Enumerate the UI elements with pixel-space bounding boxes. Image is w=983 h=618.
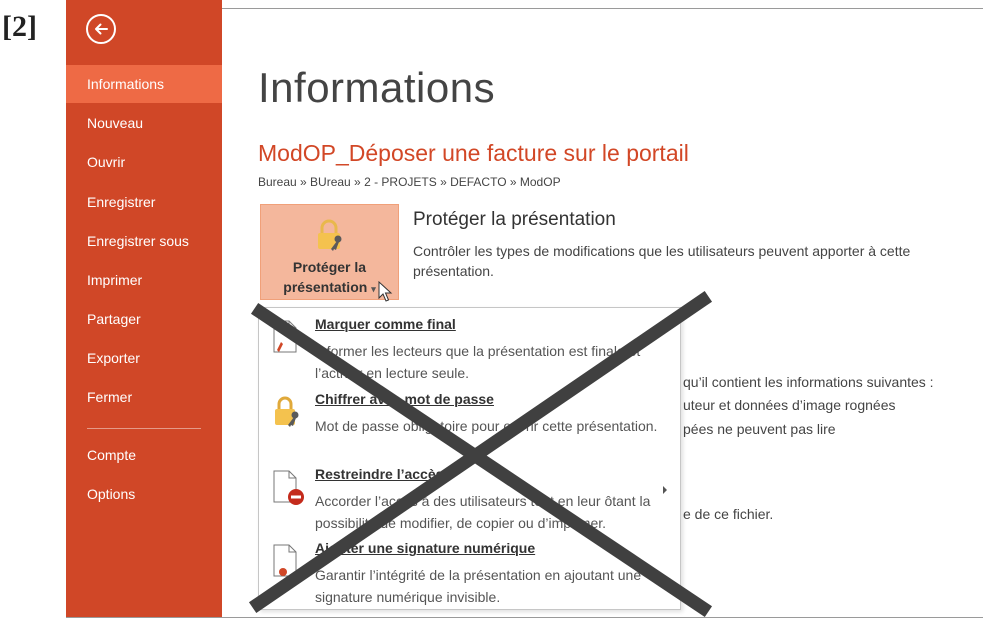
sidebar-item-exporter[interactable]: Exporter xyxy=(66,339,222,377)
step-label: [2] xyxy=(2,10,37,43)
document-mark-final-icon xyxy=(273,320,297,353)
sidebar-item-enregistrer[interactable]: Enregistrer xyxy=(66,183,222,221)
lock-key-icon xyxy=(318,219,342,251)
sidebar-item-enregistrer-sous[interactable]: Enregistrer sous xyxy=(66,222,222,260)
sidebar-item-nouveau[interactable]: Nouveau xyxy=(66,104,222,142)
menu-item-desc: Informer les lecteurs que la présentatio… xyxy=(315,343,641,381)
sidebar-item-fermer[interactable]: Fermer xyxy=(66,378,222,416)
breadcrumb[interactable]: Bureau » BUreau » 2 - PROJETS » DEFACTO … xyxy=(258,175,561,189)
sidebar-item-imprimer[interactable]: Imprimer xyxy=(66,261,222,299)
submenu-arrow-icon xyxy=(663,486,667,494)
back-arrow-icon xyxy=(95,23,108,35)
menu-item-title: Restreindre l’accès xyxy=(315,466,444,482)
document-restrict-icon xyxy=(273,470,304,505)
backstage-sidebar: Informations Nouveau Ouvrir Enregistrer … xyxy=(66,0,222,617)
protect-section-description: Contrôler les types de modifications que… xyxy=(413,243,911,279)
menu-item-title: Marquer comme final xyxy=(315,316,456,332)
back-button[interactable] xyxy=(86,14,116,44)
menu-item-encrypt-password[interactable]: Chiffrer avec mot de passe Mot de passe … xyxy=(259,391,680,459)
protect-button-line1: Protéger la xyxy=(292,259,367,275)
protect-dropdown-menu: Marquer comme final Informer les lecteur… xyxy=(258,307,681,610)
inspect-text-line1: qu’il contient les informations suivante… xyxy=(683,374,934,390)
page-title: Informations xyxy=(258,64,496,111)
menu-item-title: Ajouter une signature numérique xyxy=(315,540,536,556)
document-signature-icon xyxy=(273,544,297,577)
menu-item-desc: Accorder l’accès à des utilisateurs tout… xyxy=(315,493,651,531)
sidebar-divider xyxy=(87,428,201,429)
menu-item-title: Chiffrer avec mot de passe xyxy=(315,391,494,407)
protect-section-heading: Protéger la présentation xyxy=(413,209,616,230)
lock-key-icon xyxy=(275,396,299,427)
sidebar-item-compte[interactable]: Compte xyxy=(66,436,222,474)
menu-item-restrict-access[interactable]: Restreindre l’accès Accorder l’accès à d… xyxy=(259,466,680,534)
file-title: ModOP_Déposer une facture sur le portail xyxy=(258,140,689,166)
menu-item-desc: Mot de passe obligatoire pour ouvrir cet… xyxy=(315,418,658,434)
sidebar-item-informations[interactable]: Informations xyxy=(66,65,222,103)
menu-item-desc: Garantir l’intégrité de la présentation … xyxy=(315,567,642,605)
sidebar-item-partager[interactable]: Partager xyxy=(66,300,222,338)
sidebar-item-ouvrir[interactable]: Ouvrir xyxy=(66,143,222,181)
sidebar-item-options[interactable]: Options xyxy=(66,475,222,513)
mouse-cursor-icon xyxy=(378,281,393,302)
inspect-text-line2: uteur et données d’image rognées xyxy=(683,397,896,413)
menu-item-mark-final[interactable]: Marquer comme final Informer les lecteur… xyxy=(259,316,680,384)
inspect-text-line3: pées ne peuvent pas lire xyxy=(683,421,836,437)
menu-item-digital-signature[interactable]: Ajouter une signature numérique Garantir… xyxy=(259,540,680,608)
protect-button-line2-text: présentation xyxy=(283,279,368,295)
dropdown-caret-icon: ▾ xyxy=(371,284,376,294)
versions-text: e de ce fichier. xyxy=(683,506,774,522)
